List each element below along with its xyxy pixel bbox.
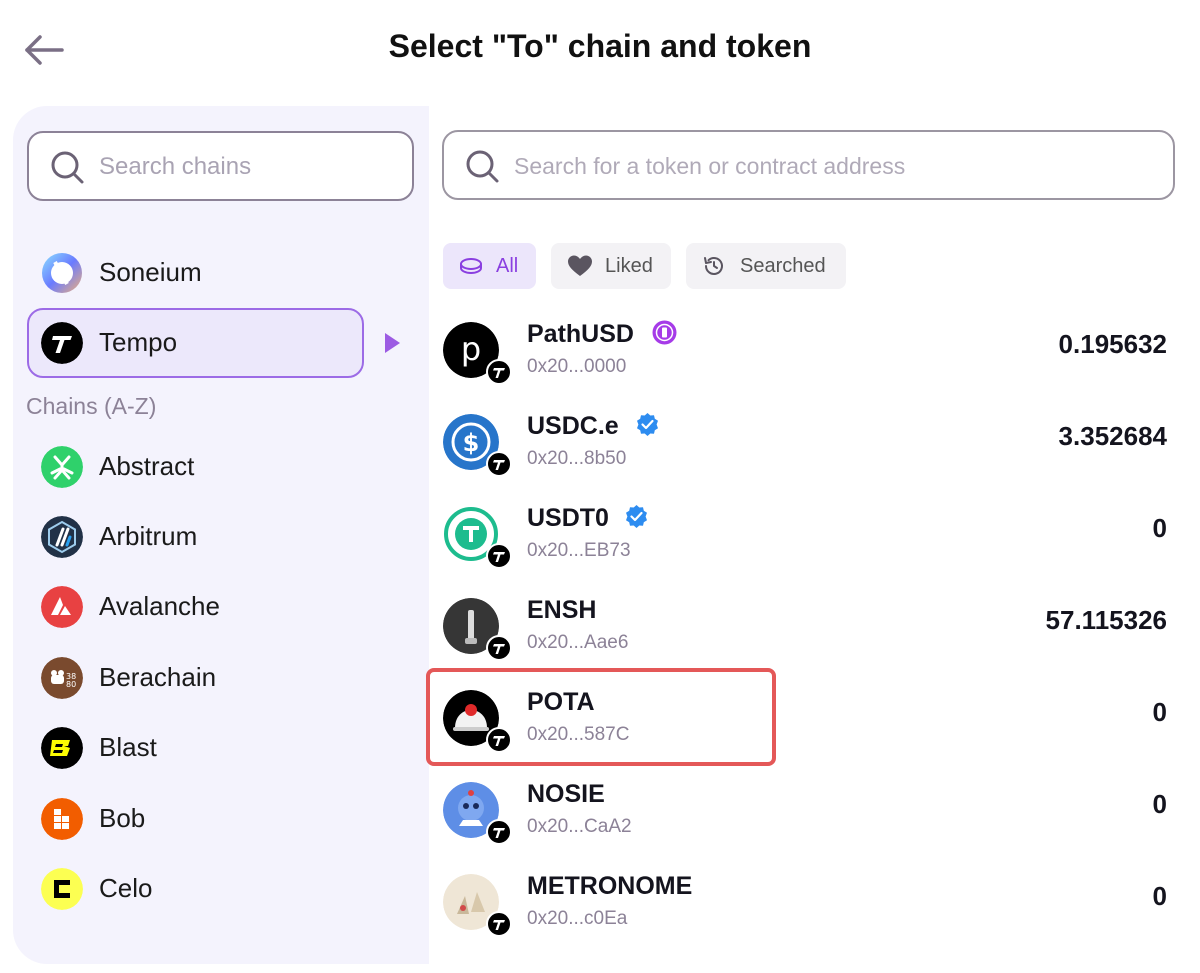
- search-icon: [464, 148, 500, 189]
- token-row-metronome[interactable]: METRONOME 0x20...c0Ea 0: [427, 862, 1187, 954]
- tab-label: Searched: [740, 255, 826, 277]
- chain-item-berachain[interactable]: 38 80 Berachain: [27, 643, 364, 713]
- token-address: 0x20...587C: [527, 724, 630, 745]
- chain-name: Berachain: [99, 662, 217, 692]
- tab-label: All: [496, 255, 519, 277]
- abstract-logo-icon: [41, 446, 83, 488]
- token-balance: 3.352684: [1058, 421, 1167, 451]
- svg-text:80: 80: [66, 680, 76, 689]
- chain-panel: Soneium Tempo Chains (A-Z) Abstract: [13, 106, 429, 964]
- verified-badge-icon: [624, 504, 649, 529]
- token-address: 0x20...c0Ea: [527, 908, 628, 929]
- token-search-input[interactable]: [514, 144, 1154, 188]
- verified-badge-icon: [635, 412, 660, 437]
- history-icon: [702, 254, 726, 284]
- token-row-pota[interactable]: POTA 0x20...587C 0: [427, 678, 1187, 770]
- arbitrum-logo-icon: [41, 516, 83, 558]
- tab-all[interactable]: All: [443, 243, 536, 289]
- token-balance: 0: [1152, 697, 1167, 727]
- svg-text:p: p: [461, 330, 481, 368]
- bob-logo-icon: [41, 798, 83, 840]
- token-row-ensh[interactable]: ENSH 0x20...Aae6 57.115326: [427, 586, 1187, 678]
- token-address: 0x20...EB73: [527, 540, 631, 561]
- tempo-logo-icon: [41, 322, 83, 364]
- token-symbol: USDT0: [527, 504, 609, 532]
- chain-search-box[interactable]: [27, 131, 414, 201]
- coins-icon: [459, 254, 483, 284]
- token-symbol: POTA: [527, 688, 595, 716]
- tempo-badge-icon: [486, 911, 512, 937]
- token-balance: 0.195632: [1058, 329, 1167, 359]
- tab-label: Liked: [605, 255, 653, 277]
- tempo-badge-icon: [486, 635, 512, 661]
- chain-item-tempo[interactable]: Tempo: [27, 308, 364, 378]
- token-address: 0x20...0000: [527, 356, 627, 377]
- stablecoin-badge-icon: [652, 320, 677, 345]
- token-address: 0x20...CaA2: [527, 816, 632, 837]
- chain-name: Tempo: [99, 327, 178, 357]
- token-address: 0x20...Aae6: [527, 632, 629, 653]
- chain-item-avalanche[interactable]: Avalanche: [27, 572, 364, 642]
- chain-name: Celo: [99, 873, 153, 903]
- chain-name: Soneium: [99, 257, 202, 287]
- svg-text:$: $: [463, 429, 480, 457]
- token-search-box[interactable]: [442, 130, 1175, 200]
- chain-search-input[interactable]: [99, 145, 399, 189]
- page-title: Select "To" chain and token: [388, 28, 812, 64]
- header: Select "To" chain and token: [0, 0, 1200, 96]
- token-row-usdc-e[interactable]: $ USDC.e 0x20...8b50 3.352684: [427, 402, 1187, 494]
- token-row-nosie[interactable]: NOSIE 0x20...CaA2 0: [427, 770, 1187, 862]
- tempo-badge-icon: [486, 727, 512, 753]
- tab-liked[interactable]: Liked: [551, 243, 671, 289]
- token-balance: 0: [1152, 789, 1167, 819]
- chains-section-label: Chains (A-Z): [26, 393, 157, 419]
- token-symbol: NOSIE: [527, 780, 605, 808]
- chain-name: Bob: [99, 803, 146, 833]
- soneium-logo-icon: [41, 252, 83, 294]
- celo-logo-icon: [41, 868, 83, 910]
- tab-searched[interactable]: Searched: [686, 243, 846, 289]
- chain-item-soneium[interactable]: Soneium: [27, 238, 364, 308]
- blast-logo-icon: [41, 727, 83, 769]
- chain-item-blast[interactable]: Blast: [27, 713, 364, 783]
- token-symbol: USDC.e: [527, 412, 619, 440]
- token-balance: 0: [1152, 881, 1167, 911]
- token-address: 0x20...8b50: [527, 448, 627, 469]
- tempo-badge-icon: [486, 819, 512, 845]
- selected-arrow-icon: [385, 333, 400, 353]
- tempo-badge-icon: [486, 451, 512, 477]
- chain-item-bob[interactable]: Bob: [27, 784, 364, 854]
- token-row-pathusd[interactable]: p PathUSD 0x20...0000 0.195632: [427, 310, 1187, 402]
- berachain-logo-icon: 38 80: [41, 657, 83, 699]
- token-balance: 0: [1152, 513, 1167, 543]
- chain-name: Avalanche: [99, 591, 220, 621]
- chain-name: Blast: [99, 732, 157, 762]
- tempo-badge-icon: [486, 359, 512, 385]
- chain-name: Arbitrum: [99, 521, 198, 551]
- token-symbol: PathUSD: [527, 320, 634, 348]
- chain-item-celo[interactable]: Celo: [27, 854, 364, 924]
- chain-item-abstract[interactable]: Abstract: [27, 432, 364, 502]
- heart-icon: [567, 254, 593, 284]
- token-balance: 57.115326: [1045, 605, 1167, 635]
- token-symbol: METRONOME: [527, 872, 693, 900]
- avalanche-logo-icon: [41, 586, 83, 628]
- token-symbol: ENSH: [527, 596, 597, 624]
- tempo-badge-icon: [486, 543, 512, 569]
- search-icon: [49, 149, 85, 190]
- chain-item-arbitrum[interactable]: Arbitrum: [27, 502, 364, 572]
- chain-name: Abstract: [99, 451, 195, 481]
- token-row-usdt0[interactable]: USDT0 0x20...EB73 0: [427, 494, 1187, 586]
